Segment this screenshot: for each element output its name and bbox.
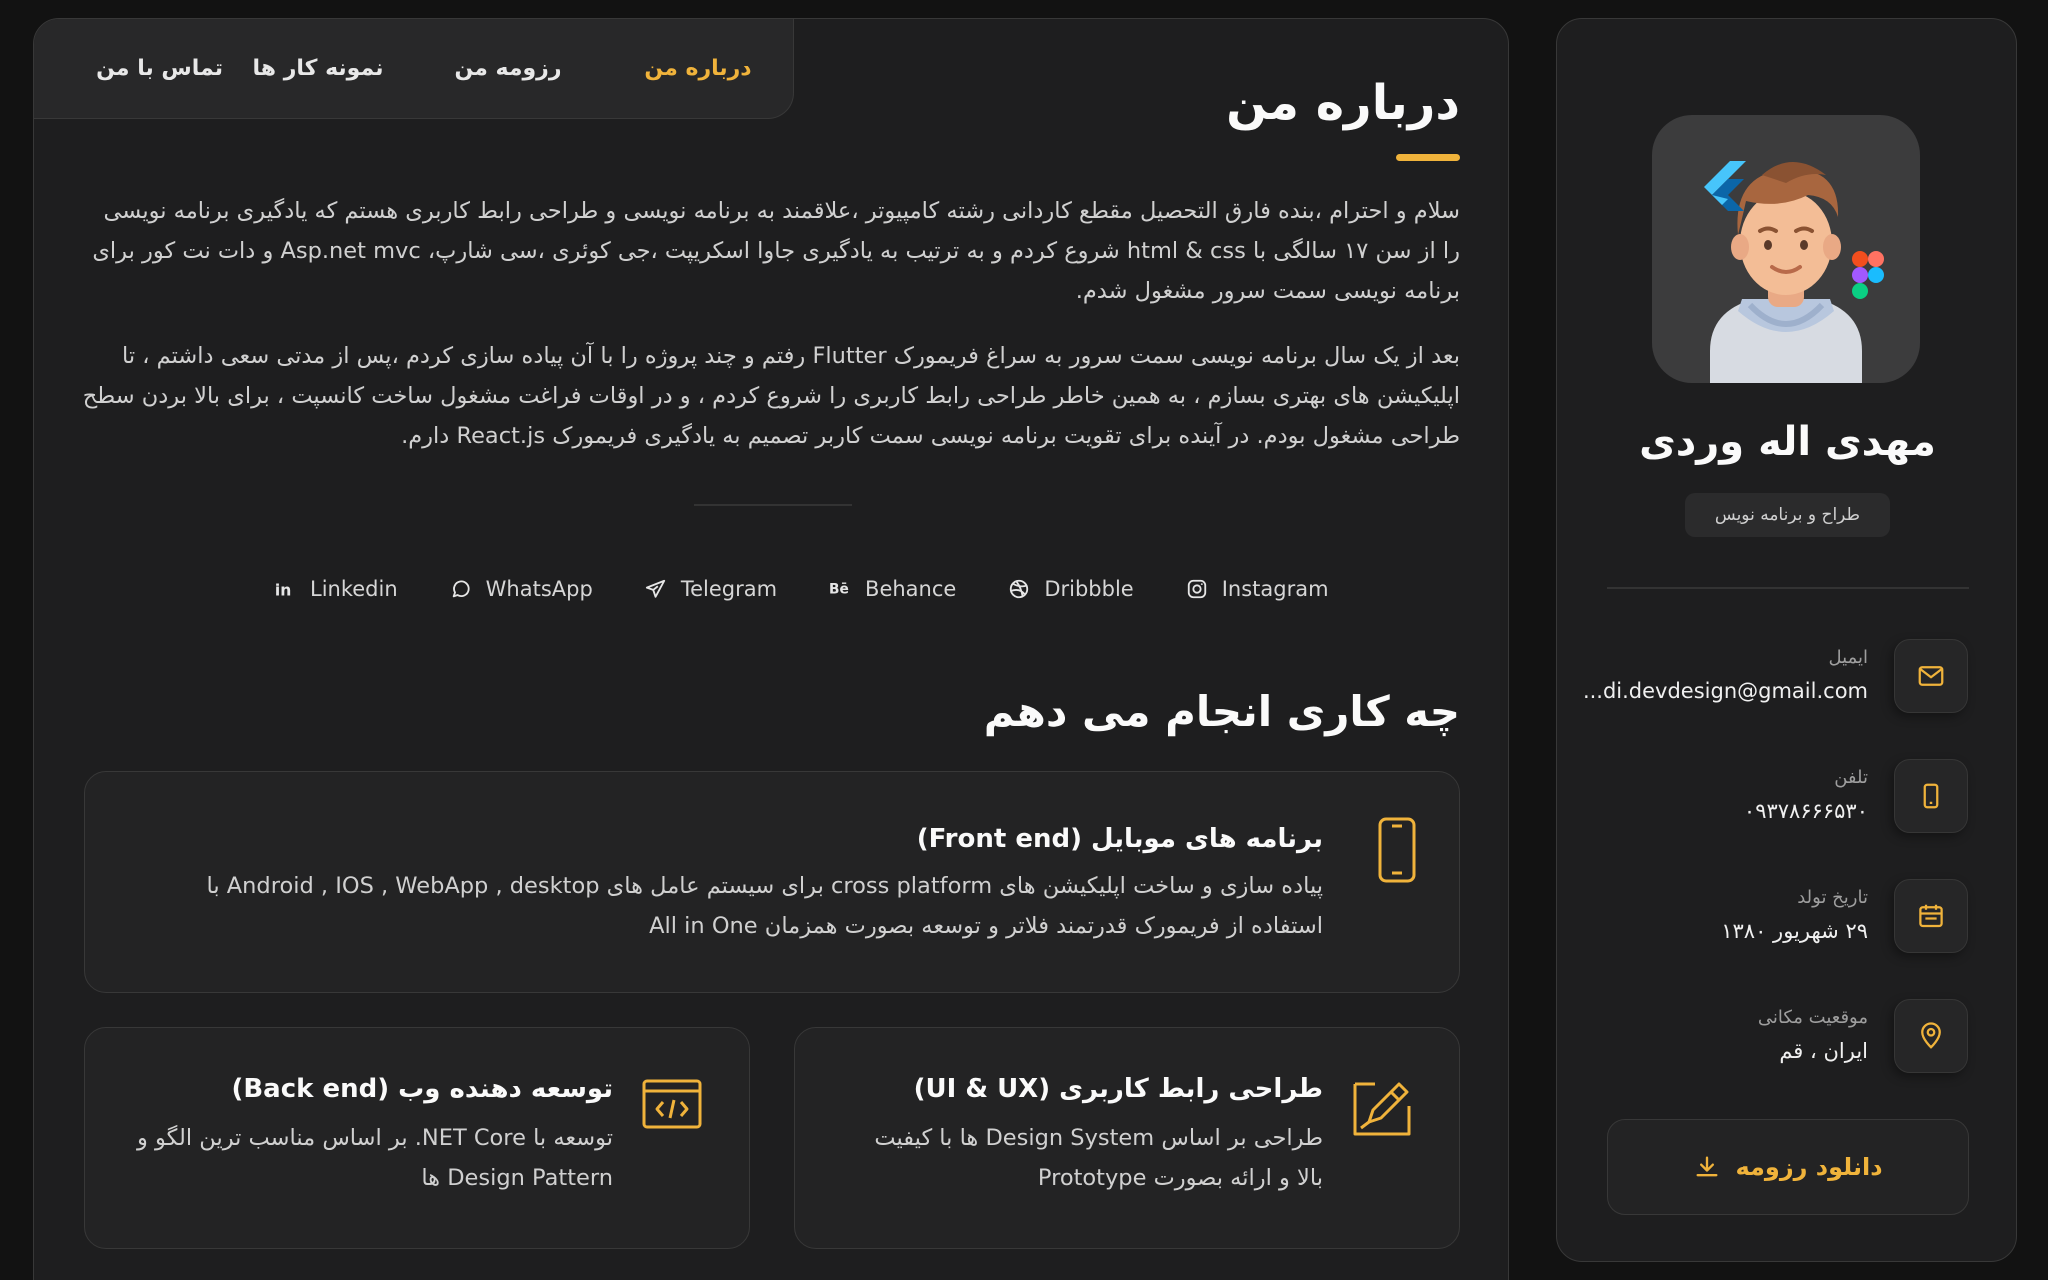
social-whatsapp[interactable]: WhatsApp (450, 577, 593, 601)
service-title: توسعه دهنده وب (Back end) (231, 1074, 613, 1104)
linkedin-icon: in (275, 581, 291, 599)
info-label-birthday: تاریخ تولد (1797, 887, 1868, 908)
service-description: طراحی بر اساس Design System ها با کیفیت … (874, 1125, 1323, 1191)
location-icon-button (1894, 999, 1968, 1073)
service-description: توسعه با NET Core. بر اساس مناسب ترین ال… (136, 1125, 613, 1191)
info-label-phone: تلفن (1834, 767, 1868, 788)
divider (694, 504, 852, 506)
role-badge: طراح و برنامه نویس (1685, 493, 1890, 537)
services-title: چه کاری انجام می دهم (983, 687, 1460, 736)
about-paragraph-1: سلام و احترام ،بنده فارق التحصیل مقطع کا… (92, 198, 1460, 304)
service-card-uiux: طراحی رابط کاربری (UI & UX) طراحی بر اسا… (794, 1027, 1460, 1249)
social-label: Behance (865, 577, 957, 601)
service-title: برنامه های موبایل (Front end) (916, 824, 1323, 854)
social-instagram[interactable]: Instagram (1186, 577, 1329, 601)
nav-resume[interactable]: رزومه من (413, 56, 603, 81)
birthday-icon-button (1894, 879, 1968, 953)
code-window-icon (642, 1079, 702, 1129)
info-value-location: ایران ، قم (1779, 1039, 1868, 1063)
phone-icon-button[interactable] (1894, 759, 1968, 833)
info-value-phone[interactable]: ۰۹۳۷۸۶۶۶۵۳۰ (1744, 799, 1868, 823)
social-linkedin[interactable]: in Linkedin (274, 577, 398, 601)
title-underline (1396, 154, 1460, 161)
social-links: in Linkedin WhatsApp Telegram Bē Behance… (274, 574, 1329, 604)
telegram-icon (645, 579, 665, 598)
svg-text:in: in (275, 581, 291, 599)
info-value-birthday: ۲۹ شهریور ۱۳۸۰ (1721, 919, 1868, 943)
download-icon (1696, 1156, 1718, 1177)
social-label: Linkedin (310, 577, 398, 601)
profile-name: مهدی اله وردی (1639, 419, 1936, 465)
social-label: Instagram (1221, 577, 1329, 601)
social-behance[interactable]: Bē Behance (829, 577, 956, 601)
nav-about[interactable]: درباره من (603, 56, 793, 81)
avatar-illustration (1704, 161, 1884, 383)
instagram-icon (1187, 579, 1206, 599)
avatar (1652, 115, 1920, 383)
service-description: پیاده سازی و ساخت اپلیکیشن های cross pla… (206, 873, 1324, 939)
behance-icon: Bē (829, 582, 849, 598)
location-pin-icon (1921, 1022, 1941, 1049)
phone-icon (1923, 783, 1939, 809)
info-label-email: ایمیل (1828, 647, 1868, 668)
service-card-backend: توسعه دهنده وب (Back end) توسعه با NET C… (84, 1027, 750, 1249)
social-telegram[interactable]: Telegram (645, 577, 777, 601)
email-icon-button[interactable] (1894, 639, 1968, 713)
social-label: Telegram (680, 577, 778, 601)
top-navigation: تماس با من نمونه کار ها رزومه من درباره … (34, 19, 794, 119)
svg-text:Bē: Bē (829, 582, 849, 598)
mobile-phone-icon (1378, 817, 1416, 883)
about-title: درباره من (1226, 75, 1460, 131)
download-label: دانلود رزومه (1735, 1153, 1883, 1181)
profile-sidebar: مهدی اله وردی طراح و برنامه نویس ایمیل .… (1556, 18, 2017, 1262)
mail-icon (1918, 666, 1944, 686)
whatsapp-icon (452, 580, 470, 598)
calendar-icon (1919, 904, 1943, 928)
nav-contact[interactable]: تماس با من (96, 56, 223, 81)
dribbble-icon (1010, 579, 1029, 599)
service-card-mobile: برنامه های موبایل (Front end) پیاده سازی… (84, 771, 1460, 993)
about-paragraph-2: بعد از یک سال برنامه نویسی سمت سرور به س… (82, 343, 1460, 449)
service-title: طراحی رابط کاربری (UI & UX) (913, 1074, 1323, 1104)
info-value-email[interactable]: ...di.devdesign@gmail.com (1583, 679, 1868, 703)
sidebar-divider (1607, 587, 1969, 589)
download-resume-button[interactable]: دانلود رزومه (1607, 1119, 1969, 1215)
social-dribbble[interactable]: Dribbble (1008, 577, 1134, 601)
main-panel: تماس با من نمونه کار ها رزومه من درباره … (33, 18, 1509, 1280)
design-pen-icon (1353, 1082, 1411, 1136)
social-label: WhatsApp (485, 577, 593, 601)
page: تماس با من نمونه کار ها رزومه من درباره … (0, 0, 2048, 1280)
nav-portfolio[interactable]: نمونه کار ها (223, 56, 413, 81)
info-label-location: موقعیت مکانی (1757, 1007, 1868, 1028)
social-label: Dribbble (1044, 577, 1134, 601)
